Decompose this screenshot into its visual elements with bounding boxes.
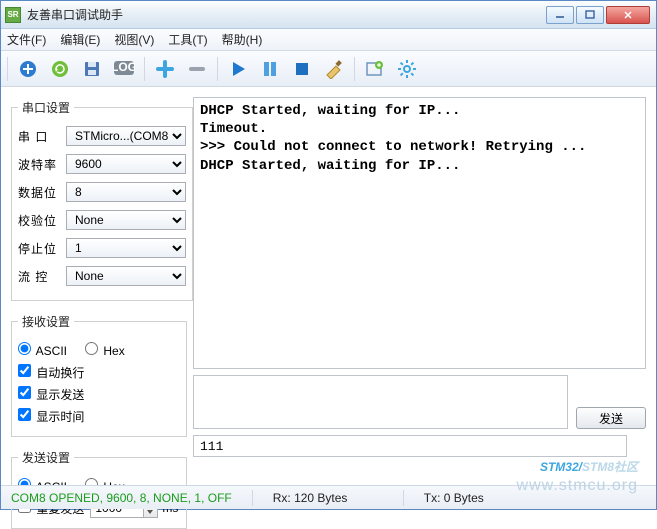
- data-select[interactable]: 8: [66, 182, 186, 202]
- send-button[interactable]: 发送: [576, 407, 646, 429]
- log-icon[interactable]: LOG: [110, 55, 138, 83]
- parity-label: 校验位: [18, 212, 62, 229]
- menu-bar: 文件(F) 编辑(E) 视图(V) 工具(T) 帮助(H): [1, 29, 656, 51]
- plus-icon[interactable]: [151, 55, 179, 83]
- rx-ascii-radio[interactable]: ASCII: [18, 342, 67, 358]
- pause-icon[interactable]: [256, 55, 284, 83]
- tx-text-area[interactable]: [193, 375, 568, 429]
- baud-label: 波特率: [18, 156, 62, 173]
- minimize-button[interactable]: [546, 6, 574, 24]
- stop-select[interactable]: 1: [66, 238, 186, 258]
- maximize-button[interactable]: [576, 6, 604, 24]
- status-connection: COM8 OPENED, 9600, 8, NONE, 1, OFF: [11, 491, 232, 505]
- save-icon[interactable]: [78, 55, 106, 83]
- tx-legend: 发送设置: [18, 449, 74, 466]
- toolbar: LOG: [1, 51, 656, 87]
- parity-select[interactable]: None: [66, 210, 186, 230]
- flow-label: 流 控: [18, 268, 62, 285]
- minus-icon[interactable]: [183, 55, 211, 83]
- flow-select[interactable]: None: [66, 266, 186, 286]
- close-button[interactable]: [606, 6, 650, 24]
- play-icon[interactable]: [224, 55, 252, 83]
- settings-icon[interactable]: [393, 55, 421, 83]
- refresh-icon[interactable]: [46, 55, 74, 83]
- window-title: 友善串口调试助手: [27, 6, 546, 23]
- rx-settings-group: 接收设置 ASCII Hex 自动换行 显示发送 显示时间: [11, 313, 187, 437]
- menu-help[interactable]: 帮助(H): [222, 31, 263, 48]
- add-port-icon[interactable]: [14, 55, 42, 83]
- data-label: 数据位: [18, 184, 62, 201]
- show-send-check[interactable]: 显示发送: [18, 386, 84, 403]
- new-window-icon[interactable]: [361, 55, 389, 83]
- rx-legend: 接收设置: [18, 313, 74, 330]
- menu-tool[interactable]: 工具(T): [168, 31, 207, 48]
- title-bar: SR 友善串口调试助手: [1, 1, 656, 29]
- tx-inline-input[interactable]: [193, 435, 627, 457]
- port-label: 串 口: [18, 128, 62, 145]
- rx-hex-radio[interactable]: Hex: [85, 342, 125, 358]
- app-icon: SR: [5, 7, 21, 23]
- svg-text:LOG: LOG: [113, 60, 135, 74]
- auto-wrap-check[interactable]: 自动换行: [18, 364, 84, 381]
- menu-edit[interactable]: 编辑(E): [60, 31, 100, 48]
- stop-label: 停止位: [18, 240, 62, 257]
- menu-file[interactable]: 文件(F): [7, 31, 46, 48]
- serial-legend: 串口设置: [18, 99, 74, 116]
- status-bar: COM8 OPENED, 9600, 8, NONE, 1, OFF Rx: 1…: [1, 485, 656, 509]
- clear-icon[interactable]: [320, 55, 348, 83]
- status-rx: Rx: 120 Bytes: [273, 491, 383, 505]
- status-tx: Tx: 0 Bytes: [424, 491, 534, 505]
- stop-icon[interactable]: [288, 55, 316, 83]
- port-select[interactable]: STMicro...(COM8: [66, 126, 186, 146]
- baud-select[interactable]: 9600: [66, 154, 186, 174]
- serial-settings-group: 串口设置 串 口STMicro...(COM8 波特率9600 数据位8 校验位…: [11, 99, 193, 301]
- rx-log-area[interactable]: DHCP Started, waiting for IP... Timeout.…: [193, 97, 646, 369]
- menu-view[interactable]: 视图(V): [114, 31, 154, 48]
- show-time-check[interactable]: 显示时间: [18, 408, 84, 425]
